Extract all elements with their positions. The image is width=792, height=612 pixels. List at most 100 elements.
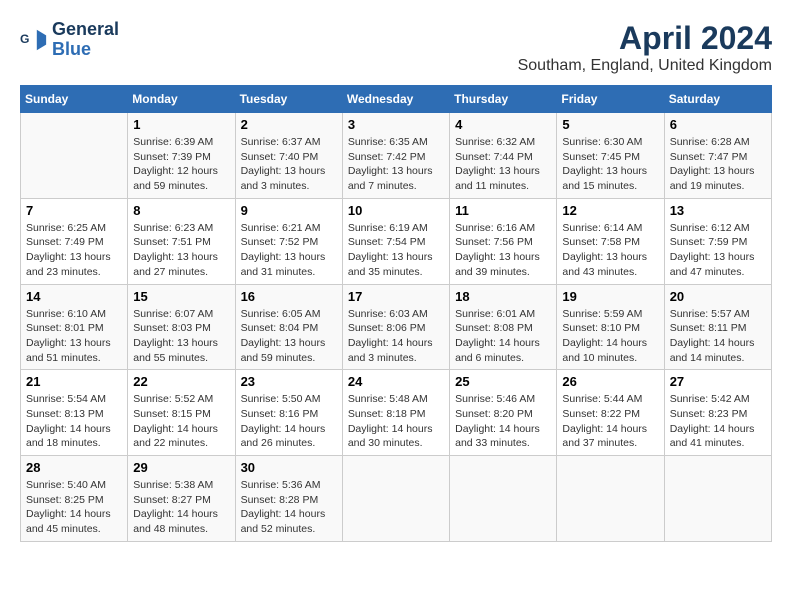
day-info: Sunrise: 6:05 AM Sunset: 8:04 PM Dayligh…: [241, 307, 337, 366]
day-info: Sunrise: 6:16 AM Sunset: 7:56 PM Dayligh…: [455, 221, 551, 280]
calendar-cell: 13 Sunrise: 6:12 AM Sunset: 7:59 PM Dayli…: [664, 198, 771, 284]
calendar-cell: [557, 456, 664, 542]
calendar-cell: [664, 456, 771, 542]
calendar-cell: 29Sunrise: 5:38 AM Sunset: 8:27 PM Dayli…: [128, 456, 235, 542]
logo-text: General Blue: [52, 20, 119, 60]
day-info: Sunrise: 6:30 AM Sunset: 7:45 PM Dayligh…: [562, 135, 658, 194]
day-info: Sunrise: 6:25 AM Sunset: 7:49 PM Dayligh…: [26, 221, 122, 280]
column-header-friday: Friday: [557, 86, 664, 113]
logo-line1: General: [52, 20, 119, 40]
calendar-cell: 21 Sunrise: 5:54 AM Sunset: 8:13 PM Dayli…: [21, 370, 128, 456]
calendar-cell: [342, 456, 449, 542]
day-number: 23: [241, 374, 337, 389]
day-number: 13: [670, 203, 766, 218]
calendar-cell: 2 Sunrise: 6:37 AM Sunset: 7:40 PM Daylig…: [235, 113, 342, 199]
day-info: Sunrise: 5:54 AM Sunset: 8:13 PM Dayligh…: [26, 392, 122, 451]
calendar-cell: 4 Sunrise: 6:32 AM Sunset: 7:44 PM Daylig…: [450, 113, 557, 199]
day-info: Sunrise: 5:50 AM Sunset: 8:16 PM Dayligh…: [241, 392, 337, 451]
calendar-cell: 3Sunrise: 6:35 AM Sunset: 7:42 PM Daylig…: [342, 113, 449, 199]
day-number: 28: [26, 460, 122, 475]
day-info: Sunrise: 6:35 AM Sunset: 7:42 PM Dayligh…: [348, 135, 444, 194]
day-info: Sunrise: 6:12 AM Sunset: 7:59 PM Dayligh…: [670, 221, 766, 280]
day-number: 16: [241, 289, 337, 304]
day-info: Sunrise: 5:59 AM Sunset: 8:10 PM Dayligh…: [562, 307, 658, 366]
day-info: Sunrise: 6:07 AM Sunset: 8:03 PM Dayligh…: [133, 307, 229, 366]
day-info: Sunrise: 6:21 AM Sunset: 7:52 PM Dayligh…: [241, 221, 337, 280]
logo: G General Blue: [20, 20, 119, 60]
calendar-cell: 9 Sunrise: 6:21 AM Sunset: 7:52 PM Daylig…: [235, 198, 342, 284]
column-header-tuesday: Tuesday: [235, 86, 342, 113]
day-info: Sunrise: 6:10 AM Sunset: 8:01 PM Dayligh…: [26, 307, 122, 366]
calendar-cell: 5 Sunrise: 6:30 AM Sunset: 7:45 PM Daylig…: [557, 113, 664, 199]
calendar-cell: [450, 456, 557, 542]
day-number: 4: [455, 117, 551, 132]
week-row-5: 28 Sunrise: 5:40 AM Sunset: 8:25 PM Dayli…: [21, 456, 772, 542]
svg-text:G: G: [20, 32, 29, 46]
day-number: 18: [455, 289, 551, 304]
calendar-cell: 8Sunrise: 6:23 AM Sunset: 7:51 PM Daylig…: [128, 198, 235, 284]
day-number: 10: [348, 203, 444, 218]
calendar-cell: 22 Sunrise: 5:52 AM Sunset: 8:15 PM Dayli…: [128, 370, 235, 456]
day-info: Sunrise: 5:44 AM Sunset: 8:22 PM Dayligh…: [562, 392, 658, 451]
day-number: 1: [133, 117, 229, 132]
calendar-cell: 10 Sunrise: 6:19 AM Sunset: 7:54 PM Dayli…: [342, 198, 449, 284]
day-number: 9: [241, 203, 337, 218]
day-number: 20: [670, 289, 766, 304]
calendar-cell: 28 Sunrise: 5:40 AM Sunset: 8:25 PM Dayli…: [21, 456, 128, 542]
calendar-table: SundayMondayTuesdayWednesdayThursdayFrid…: [20, 85, 772, 542]
day-number: 15: [133, 289, 229, 304]
calendar-cell: 1Sunrise: 6:39 AM Sunset: 7:39 PM Daylig…: [128, 113, 235, 199]
day-info: Sunrise: 6:37 AM Sunset: 7:40 PM Dayligh…: [241, 135, 337, 194]
column-header-sunday: Sunday: [21, 86, 128, 113]
day-info: Sunrise: 5:52 AM Sunset: 8:15 PM Dayligh…: [133, 392, 229, 451]
subtitle: Southam, England, United Kingdom: [518, 57, 772, 75]
day-info: Sunrise: 5:40 AM Sunset: 8:25 PM Dayligh…: [26, 478, 122, 537]
day-number: 26: [562, 374, 658, 389]
day-info: Sunrise: 5:57 AM Sunset: 8:11 PM Dayligh…: [670, 307, 766, 366]
day-number: 12: [562, 203, 658, 218]
calendar-cell: 25Sunrise: 5:46 AM Sunset: 8:20 PM Dayli…: [450, 370, 557, 456]
calendar-cell: 7 Sunrise: 6:25 AM Sunset: 7:49 PM Daylig…: [21, 198, 128, 284]
day-number: 30: [241, 460, 337, 475]
day-number: 5: [562, 117, 658, 132]
calendar-cell: 16 Sunrise: 6:05 AM Sunset: 8:04 PM Dayli…: [235, 284, 342, 370]
logo-line2: Blue: [52, 40, 119, 60]
week-row-2: 7 Sunrise: 6:25 AM Sunset: 7:49 PM Daylig…: [21, 198, 772, 284]
day-info: Sunrise: 6:19 AM Sunset: 7:54 PM Dayligh…: [348, 221, 444, 280]
calendar-cell: [21, 113, 128, 199]
calendar-cell: 23 Sunrise: 5:50 AM Sunset: 8:16 PM Dayli…: [235, 370, 342, 456]
column-header-monday: Monday: [128, 86, 235, 113]
calendar-cell: 14 Sunrise: 6:10 AM Sunset: 8:01 PM Dayli…: [21, 284, 128, 370]
day-info: Sunrise: 6:28 AM Sunset: 7:47 PM Dayligh…: [670, 135, 766, 194]
calendar-cell: 20 Sunrise: 5:57 AM Sunset: 8:11 PM Dayli…: [664, 284, 771, 370]
day-number: 14: [26, 289, 122, 304]
calendar-cell: 19Sunrise: 5:59 AM Sunset: 8:10 PM Dayli…: [557, 284, 664, 370]
title-block: April 2024 Southam, England, United King…: [518, 20, 772, 75]
page-header: G General Blue April 2024 Southam, Engla…: [20, 20, 772, 75]
day-number: 6: [670, 117, 766, 132]
day-info: Sunrise: 5:48 AM Sunset: 8:18 PM Dayligh…: [348, 392, 444, 451]
calendar-header-row: SundayMondayTuesdayWednesdayThursdayFrid…: [21, 86, 772, 113]
day-info: Sunrise: 6:32 AM Sunset: 7:44 PM Dayligh…: [455, 135, 551, 194]
week-row-1: 1Sunrise: 6:39 AM Sunset: 7:39 PM Daylig…: [21, 113, 772, 199]
day-number: 2: [241, 117, 337, 132]
day-info: Sunrise: 5:36 AM Sunset: 8:28 PM Dayligh…: [241, 478, 337, 537]
day-number: 7: [26, 203, 122, 218]
calendar-cell: 18 Sunrise: 6:01 AM Sunset: 8:08 PM Dayli…: [450, 284, 557, 370]
week-row-4: 21 Sunrise: 5:54 AM Sunset: 8:13 PM Dayli…: [21, 370, 772, 456]
day-info: Sunrise: 6:14 AM Sunset: 7:58 PM Dayligh…: [562, 221, 658, 280]
calendar-body: 1Sunrise: 6:39 AM Sunset: 7:39 PM Daylig…: [21, 113, 772, 542]
week-row-3: 14 Sunrise: 6:10 AM Sunset: 8:01 PM Dayli…: [21, 284, 772, 370]
day-number: 24: [348, 374, 444, 389]
day-number: 21: [26, 374, 122, 389]
day-info: Sunrise: 5:42 AM Sunset: 8:23 PM Dayligh…: [670, 392, 766, 451]
day-info: Sunrise: 6:03 AM Sunset: 8:06 PM Dayligh…: [348, 307, 444, 366]
calendar-cell: 17 Sunrise: 6:03 AM Sunset: 8:06 PM Dayli…: [342, 284, 449, 370]
day-number: 29: [133, 460, 229, 475]
calendar-cell: 24 Sunrise: 5:48 AM Sunset: 8:18 PM Dayli…: [342, 370, 449, 456]
day-number: 22: [133, 374, 229, 389]
day-number: 17: [348, 289, 444, 304]
logo-icon: G: [20, 26, 48, 54]
calendar-cell: 11Sunrise: 6:16 AM Sunset: 7:56 PM Dayli…: [450, 198, 557, 284]
day-info: Sunrise: 6:01 AM Sunset: 8:08 PM Dayligh…: [455, 307, 551, 366]
